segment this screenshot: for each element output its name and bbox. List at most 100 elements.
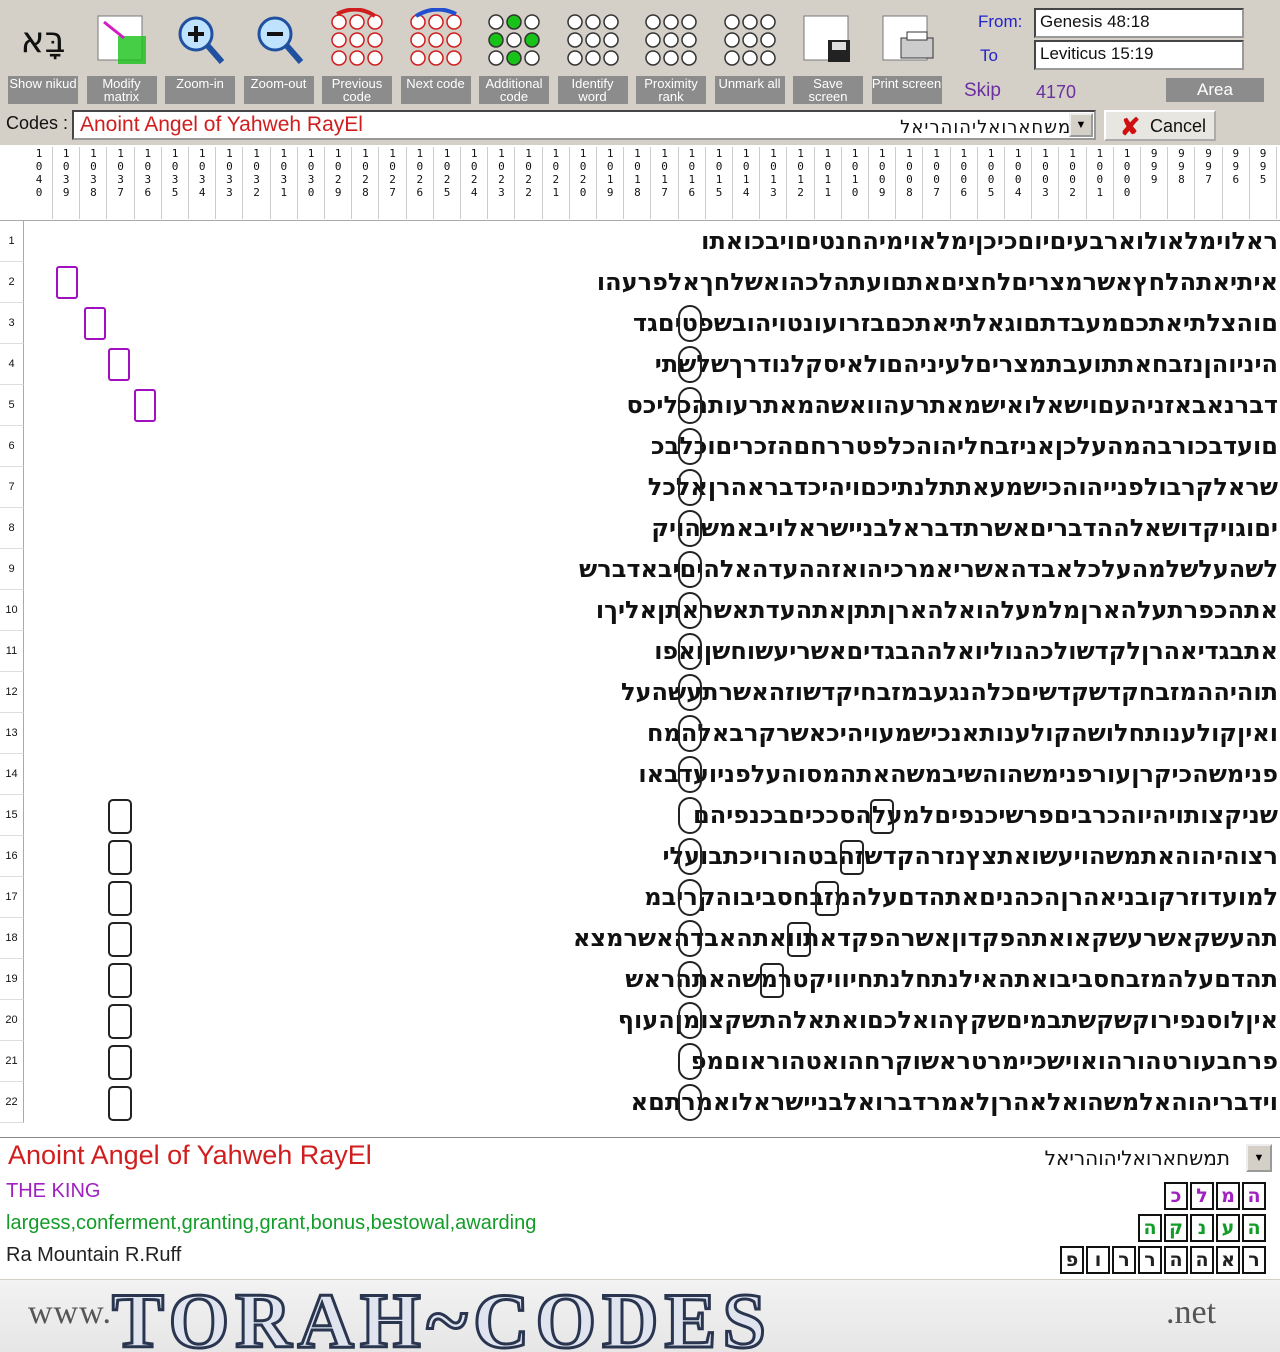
result-letter-boxes: ראההררופ [1060, 1246, 1266, 1274]
codes-bar: Codes : Anoint Angel of Yahweh RayEl תמש… [0, 107, 1280, 145]
identify-word-button[interactable]: Identify word [556, 4, 630, 104]
row-number: 21 [0, 1041, 24, 1082]
codes-label: Codes : [6, 113, 69, 133]
letter-box: ה [1138, 1214, 1162, 1242]
column-number: 995 [1250, 147, 1277, 219]
row-number: 13 [0, 713, 24, 754]
letter-highlight [108, 348, 130, 381]
skip-value: 4170 [1036, 82, 1077, 102]
letter-box: ו [1086, 1246, 1110, 1274]
row-number: 22 [0, 1082, 24, 1123]
column-number: 1019 [597, 147, 625, 219]
toolbar-label: Identify word [557, 76, 628, 104]
additional-code-button[interactable]: Additional code [477, 4, 551, 104]
column-number: 1014 [733, 147, 761, 219]
letter-highlight [760, 963, 784, 998]
proximity-rank-button[interactable]: Proximity rank [634, 4, 708, 104]
to-label: To [980, 46, 998, 65]
toolbar-label: Next code [400, 76, 471, 104]
letter-highlight [815, 881, 839, 916]
to-field[interactable]: Leviticus 15:19 [1034, 40, 1244, 70]
codes-dropdown-button[interactable]: ▼ [1069, 113, 1093, 137]
column-number: 1012 [788, 147, 815, 219]
letter-highlight [678, 346, 702, 383]
matrix-row: םועדבכורבהמהעלכןאניזבחליהוהכלפטררחםהזכרי… [650, 432, 1278, 460]
row-number: 7 [0, 467, 24, 508]
column-number: 1025 [434, 147, 461, 219]
column-number: 1008 [896, 147, 924, 219]
letter-highlight [678, 1043, 702, 1080]
previous-code-button[interactable]: Previous code [320, 4, 394, 104]
column-number: 1018 [624, 147, 652, 219]
letter-box: ק [1164, 1214, 1188, 1242]
zoom-out-icon [257, 16, 303, 64]
matrix-row: למועדוזרקובניאהרןהכהניםאתהדםעלהמזבחסביבו… [644, 883, 1278, 911]
matrix-row: היניוהןנזבחאתתועבתמצריםלעיניהםולאיסקלנוד… [654, 350, 1278, 378]
column-number: 1034 [189, 147, 217, 219]
matrix-row: יםוגויקדושאלההדבריםאשרתדבראלבניישראלויבא… [651, 514, 1278, 542]
letter-highlight [84, 307, 106, 340]
printer-icon [882, 15, 933, 61]
column-number: 1005 [978, 147, 1005, 219]
zoom-in-button[interactable]: Zoom-in [163, 4, 237, 104]
matrix-row: ראלוימלאולוארבעיםיוםכיכןימלאוימיהחנטיםוי… [701, 227, 1278, 255]
row-number: 10 [0, 590, 24, 631]
codes-hebrew: תמשחארואליהוהריאל [900, 117, 1084, 138]
additional-code-icon [488, 14, 540, 66]
result-dropdown-button[interactable]: ▼ [1246, 1144, 1272, 1172]
matrix-row: וידבריהוהאלמשהואלאהרןלאמרדברואלבניישראלו… [630, 1088, 1278, 1116]
letter-highlight [108, 922, 132, 957]
column-number: 1017 [652, 147, 679, 219]
unmark-all-button[interactable]: Unmark all [713, 4, 787, 104]
area-button[interactable]: Area [1166, 78, 1264, 102]
letter-highlight [787, 922, 811, 957]
letter-highlight [108, 881, 132, 916]
letter-highlight [678, 592, 702, 629]
letter-highlight [108, 963, 132, 998]
toolbar-label: Proximity rank [636, 76, 706, 104]
letter-box: א [1216, 1246, 1240, 1274]
letter-highlight [108, 799, 132, 834]
row-number: 9 [0, 549, 24, 590]
result-letter-boxes: המלכ [1164, 1182, 1266, 1210]
toolbar: בָּא Show nikud Modify matrix Zoom-in Zoom-o… [0, 0, 958, 106]
column-number: 1001 [1087, 147, 1114, 219]
from-field[interactable]: Genesis 48:18 [1034, 8, 1244, 38]
save-screen-button[interactable]: Save screen [791, 4, 865, 104]
hebrew-nikud-icon: בָּא [21, 20, 66, 61]
column-number: 1015 [706, 147, 733, 219]
column-number: 1010 [842, 147, 869, 219]
column-number: 1009 [869, 147, 897, 219]
column-number: 1040 [26, 147, 53, 219]
column-number: 1004 [1005, 147, 1033, 219]
next-code-button[interactable]: Next code [399, 4, 473, 104]
zoom-out-button[interactable]: Zoom-out [242, 4, 316, 104]
range-panel: From: Genesis 48:18 To Leviticus 15:19 S… [958, 0, 1280, 106]
column-number: 1039 [53, 147, 81, 219]
letter-highlight [678, 715, 702, 752]
column-number: 1028 [352, 147, 380, 219]
column-number: 1024 [461, 147, 489, 219]
toolbar-label: Unmark all [714, 76, 785, 104]
row-number: 14 [0, 754, 24, 795]
column-number: 1003 [1032, 147, 1060, 219]
column-number: 1029 [325, 147, 353, 219]
app-window: { "toolbar": [ {"name":"show-nikud-butto… [0, 0, 1280, 1352]
matrix-row: אתבגדיאהרןלקדשולכהנוליואלההבגדיםאשריעשוח… [654, 637, 1278, 665]
matrix-row: איןלוסנפירוקשקשתבמיםשקץהואלכםואתאלהתשקצו… [617, 1006, 1278, 1034]
cancel-button[interactable]: ✘ Cancel [1104, 110, 1216, 141]
row-number: 18 [0, 918, 24, 959]
matrix-row: םוהצלתיאתכםמעבדתםוגאלתיאתכםבזרועונטויהוב… [633, 309, 1278, 337]
modify-matrix-button[interactable]: Modify matrix [85, 4, 159, 104]
banner-www: www. [28, 1294, 112, 1331]
skip-label: Skip [964, 80, 1001, 101]
print-screen-button[interactable]: Print screen [870, 4, 944, 104]
show-nikud-button[interactable]: בָּא Show nikud [6, 4, 80, 104]
column-number: 1011 [815, 147, 842, 219]
next-code-icon [409, 8, 462, 66]
matrix-row: תוהיההמזבחקדשקדשיםכלהנגעבמזבחיקדשוזהאשרת… [621, 678, 1278, 706]
matrix-row: לשהעלשלמהעלכלאבדהאשריאמרכיהואזההעדהאלהים… [579, 555, 1278, 583]
column-number: 1013 [760, 147, 788, 219]
letter-box: כ [1164, 1182, 1188, 1210]
letter-highlight [678, 551, 702, 588]
